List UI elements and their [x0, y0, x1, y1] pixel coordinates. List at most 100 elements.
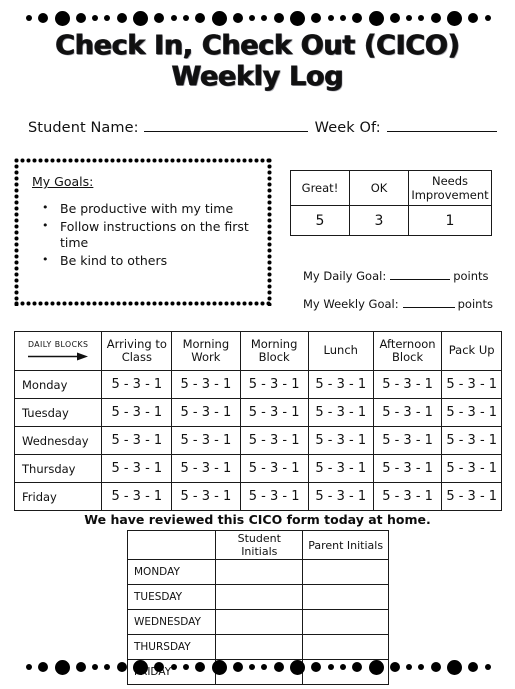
- score-cell[interactable]: 5 - 3 - 1: [171, 454, 241, 483]
- decorative-dot: [154, 13, 165, 23]
- score-cell[interactable]: 5 - 3 - 1: [441, 370, 502, 399]
- column-header-arriving-to-class: Arriving to Class: [101, 331, 173, 371]
- score-cell[interactable]: 5 - 3 - 1: [239, 398, 309, 427]
- daily-blocks-body: Monday 5 - 3 - 1 5 - 3 - 1 5 - 3 - 1 5 -…: [13, 370, 502, 511]
- student-initials-cell[interactable]: [215, 559, 304, 585]
- score-cell[interactable]: 5 - 3 - 1: [101, 454, 173, 483]
- decorative-dot: [290, 659, 306, 675]
- decorative-dot: [195, 13, 206, 23]
- score-cell[interactable]: 5 - 3 - 1: [372, 398, 443, 427]
- table-row: TUESDAY: [126, 584, 389, 610]
- decorative-dot: [54, 10, 70, 26]
- score-cell[interactable]: 5 - 3 - 1: [307, 370, 374, 399]
- decorative-dot: [418, 15, 425, 21]
- my-goals-box: My Goals: Be productive with my time Fol…: [14, 158, 272, 306]
- decorative-dot: [273, 13, 284, 23]
- decorative-dot: [92, 664, 99, 670]
- score-cell[interactable]: 5 - 3 - 1: [307, 454, 374, 483]
- scoring-key-value-row: 5 3 1: [290, 205, 492, 236]
- daily-goal-input[interactable]: [390, 268, 451, 280]
- score-cell[interactable]: 5 - 3 - 1: [372, 370, 443, 399]
- score-cell[interactable]: 5 - 3 - 1: [239, 482, 309, 511]
- table-row: MONDAY: [126, 559, 389, 585]
- decorative-dot: [406, 15, 413, 21]
- score-cell[interactable]: 5 - 3 - 1: [239, 370, 309, 399]
- decorative-dot: [261, 15, 268, 21]
- score-cell[interactable]: 5 - 3 - 1: [101, 482, 173, 511]
- scoring-key-label: OK: [349, 170, 409, 206]
- student-initials-cell[interactable]: [215, 609, 304, 635]
- scoring-key-table: Great! OK Needs Improvement 5 3 1: [290, 170, 492, 236]
- parent-initials-cell[interactable]: [302, 559, 389, 585]
- weekly-goal-label: My Weekly Goal:: [303, 297, 399, 311]
- column-header-morning-block: Morning Block: [239, 331, 309, 371]
- decorative-dot: [249, 664, 256, 670]
- decorative-dot: [368, 10, 384, 26]
- decorative-dot: [389, 13, 400, 23]
- score-cell[interactable]: 5 - 3 - 1: [101, 426, 173, 455]
- score-cell[interactable]: 5 - 3 - 1: [441, 426, 502, 455]
- score-cell[interactable]: 5 - 3 - 1: [307, 482, 374, 511]
- weekly-goal-input[interactable]: [402, 296, 455, 308]
- scoring-key-label: Great!: [290, 170, 350, 206]
- score-cell[interactable]: 5 - 3 - 1: [372, 482, 443, 511]
- score-cell[interactable]: 5 - 3 - 1: [441, 482, 502, 511]
- daily-goal-label: My Daily Goal:: [303, 269, 387, 283]
- scoring-key-value: 5: [290, 205, 350, 236]
- score-cell[interactable]: 5 - 3 - 1: [372, 426, 443, 455]
- review-statement: We have reviewed this CICO form today at…: [84, 512, 431, 527]
- page-title-line-1: Check In, Check Out (CICO): [55, 30, 460, 61]
- table-row: Wednesday 5 - 3 - 1 5 - 3 - 1 5 - 3 - 1 …: [13, 426, 502, 455]
- score-cell[interactable]: 5 - 3 - 1: [101, 370, 173, 399]
- daily-goal-units: points: [453, 269, 489, 283]
- row-label-wednesday: WEDNESDAY: [126, 609, 217, 635]
- decorative-dot: [182, 664, 189, 670]
- decorative-dot: [92, 15, 99, 21]
- score-cell[interactable]: 5 - 3 - 1: [171, 482, 241, 511]
- score-cell[interactable]: 5 - 3 - 1: [171, 370, 241, 399]
- daily-blocks-header-row: DAILY BLOCKS Arriving to Class Morning W…: [13, 331, 502, 371]
- score-cell[interactable]: 5 - 3 - 1: [101, 398, 173, 427]
- row-label-tuesday: TUESDAY: [126, 584, 217, 610]
- decorative-dot: [273, 662, 284, 672]
- score-cell[interactable]: 5 - 3 - 1: [441, 398, 502, 427]
- score-cell[interactable]: 5 - 3 - 1: [441, 454, 502, 483]
- decorative-dot: [327, 664, 334, 670]
- score-cell[interactable]: 5 - 3 - 1: [239, 454, 309, 483]
- score-cell[interactable]: 5 - 3 - 1: [372, 454, 443, 483]
- decorative-dot: [447, 10, 463, 26]
- goal-targets: My Daily Goal: points My Weekly Goal: poin…: [303, 262, 493, 318]
- table-row: Tuesday 5 - 3 - 1 5 - 3 - 1 5 - 3 - 1 5 …: [13, 398, 502, 427]
- header-fields-row: Student Name: Week Of:: [28, 118, 497, 136]
- parent-initials-cell[interactable]: [302, 584, 389, 610]
- student-name-input[interactable]: [143, 118, 308, 132]
- decorative-dot: [116, 662, 127, 672]
- my-goals-list: Be productive with my time Follow instru…: [28, 200, 256, 269]
- week-of-input[interactable]: [386, 118, 497, 132]
- score-cell[interactable]: 5 - 3 - 1: [239, 426, 309, 455]
- row-label-monday: Monday: [13, 370, 103, 399]
- decorative-dot: [75, 662, 86, 672]
- daily-blocks-corner-label: DAILY BLOCKS: [27, 340, 89, 350]
- parent-initials-cell[interactable]: [302, 609, 389, 635]
- cico-weekly-log-page: Check In, Check Out (CICO) Weekly Log St…: [0, 0, 515, 689]
- score-cell[interactable]: 5 - 3 - 1: [171, 426, 241, 455]
- student-initials-cell[interactable]: [215, 584, 304, 610]
- decorative-dot: [211, 659, 227, 675]
- goal-item: Follow instructions on the first time: [28, 218, 256, 252]
- decorative-dot: [406, 664, 413, 670]
- decorative-dot: [154, 662, 165, 672]
- decorative-dot: [327, 15, 334, 21]
- decorative-dot: [26, 664, 32, 670]
- score-cell[interactable]: 5 - 3 - 1: [307, 398, 374, 427]
- decorative-dot: [430, 13, 441, 23]
- decorative-dot: [484, 15, 491, 21]
- score-cell[interactable]: 5 - 3 - 1: [307, 426, 374, 455]
- decorative-dot: [261, 664, 268, 670]
- decorative-dot: [418, 664, 425, 670]
- decorative-dot: [339, 664, 346, 670]
- score-cell[interactable]: 5 - 3 - 1: [171, 398, 241, 427]
- weekly-goal-units: points: [457, 297, 493, 311]
- column-header-pack-up: Pack Up: [441, 331, 502, 371]
- table-row: Friday 5 - 3 - 1 5 - 3 - 1 5 - 3 - 1 5 -…: [13, 482, 502, 511]
